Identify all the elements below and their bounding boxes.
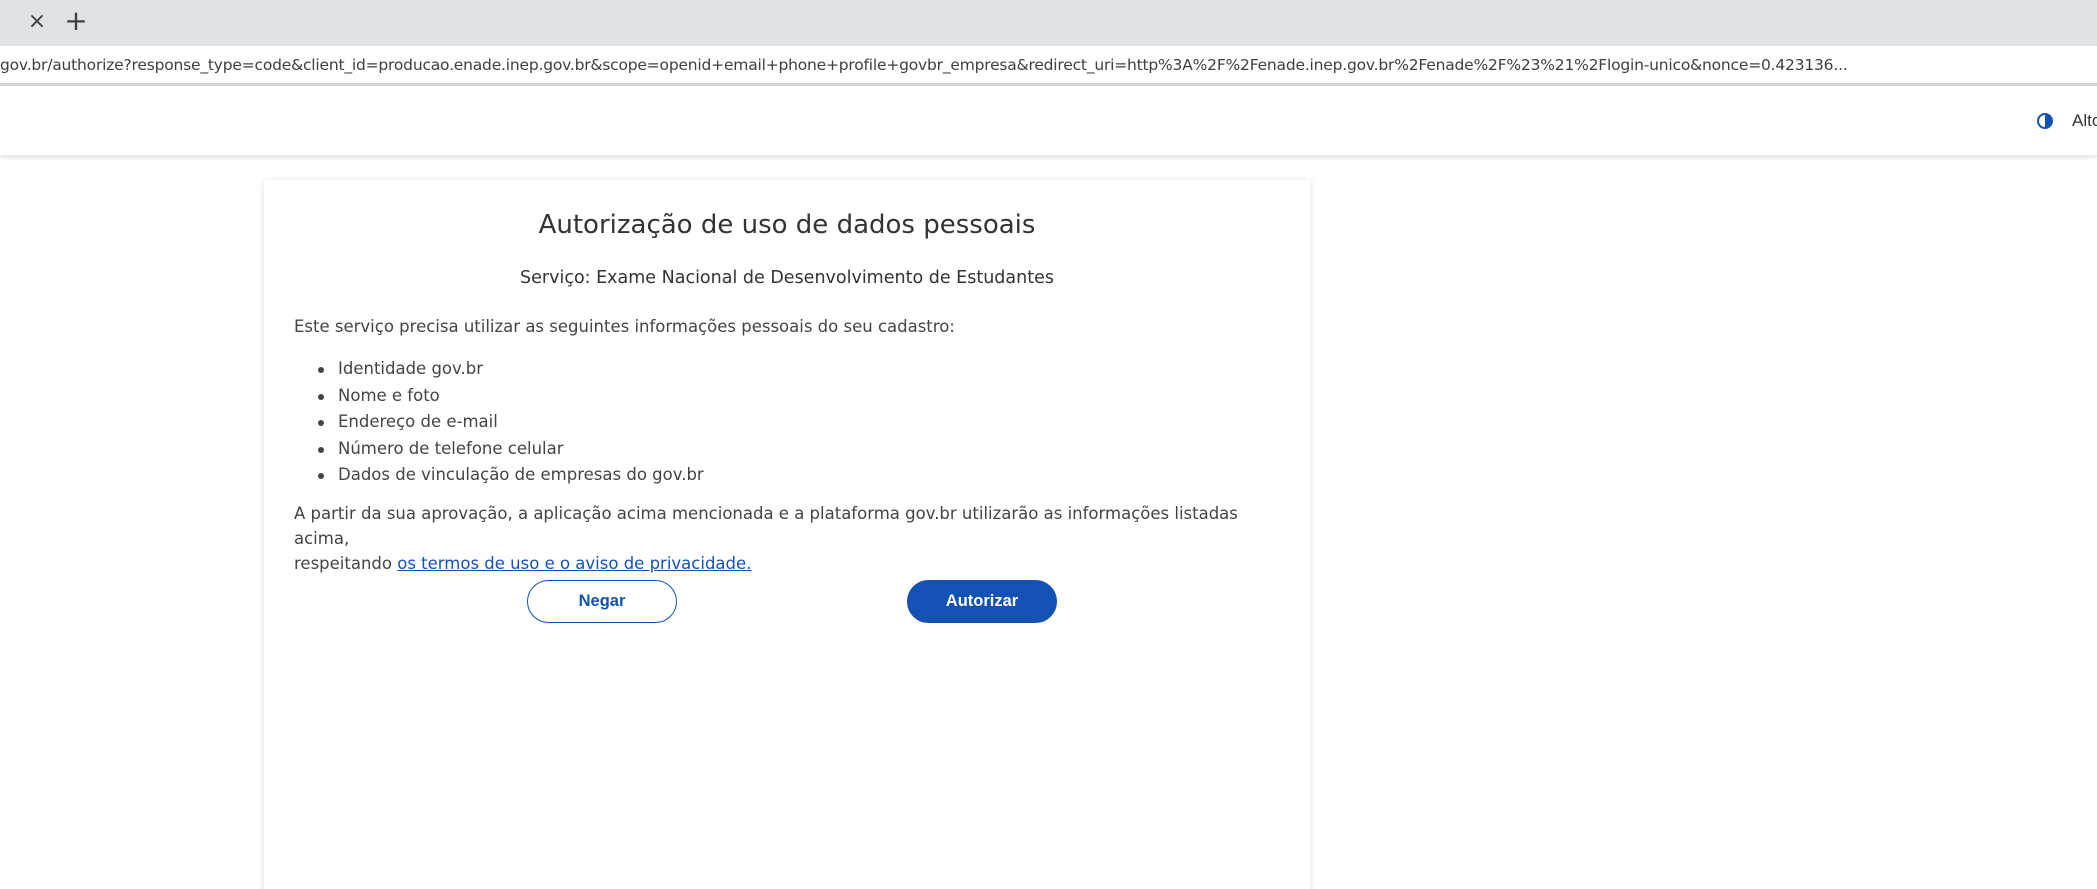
consent-card: Autorização de uso de dados pessoais Ser… xyxy=(264,180,1310,889)
authorize-button[interactable]: Autorizar xyxy=(907,580,1057,623)
service-label: Serviço: xyxy=(520,268,591,288)
disclaimer-prefix: respeitando xyxy=(294,554,392,573)
browser-tab-strip: × + xyxy=(0,0,2097,46)
contrast-label: Alto Co xyxy=(2072,111,2097,130)
intro-text: Este serviço precisa utilizar as seguint… xyxy=(294,317,955,336)
deny-button[interactable]: Negar xyxy=(527,580,677,623)
contrast-icon xyxy=(2037,113,2053,129)
list-item: Endereço de e-mail xyxy=(316,411,704,438)
high-contrast-toggle[interactable]: Alto Co xyxy=(2037,111,2097,131)
disclaimer-line-2: respeitando os termos de uso e o aviso d… xyxy=(294,551,1294,576)
terms-privacy-link[interactable]: os termos de uso e o aviso de privacidad… xyxy=(397,554,751,573)
url-text[interactable]: gov.br/authorize?response_type=code&clie… xyxy=(0,56,2097,74)
personal-info-list: Identidade gov.br Nome e foto Endereço d… xyxy=(316,358,704,491)
list-item: Dados de vinculação de empresas do gov.b… xyxy=(316,464,704,491)
list-item: Nome e foto xyxy=(316,385,704,412)
address-bar[interactable]: gov.br/authorize?response_type=code&clie… xyxy=(0,46,2097,86)
disclaimer-line-1: A partir da sua aprovação, a aplicação a… xyxy=(294,504,1238,548)
close-tab-icon[interactable]: × xyxy=(26,11,48,33)
page-title: Autorização de uso de dados pessoais xyxy=(538,210,1036,240)
disclaimer-text: A partir da sua aprovação, a aplicação a… xyxy=(294,501,1294,576)
site-header: Alto Co xyxy=(0,89,2097,155)
service-line: Serviço: Exame Nacional de Desenvolvimen… xyxy=(264,268,1310,288)
service-name: Exame Nacional de Desenvolvimento de Est… xyxy=(596,268,1054,288)
list-item: Número de telefone celular xyxy=(316,438,704,465)
list-item: Identidade gov.br xyxy=(316,358,704,385)
new-tab-icon[interactable]: + xyxy=(63,7,89,35)
